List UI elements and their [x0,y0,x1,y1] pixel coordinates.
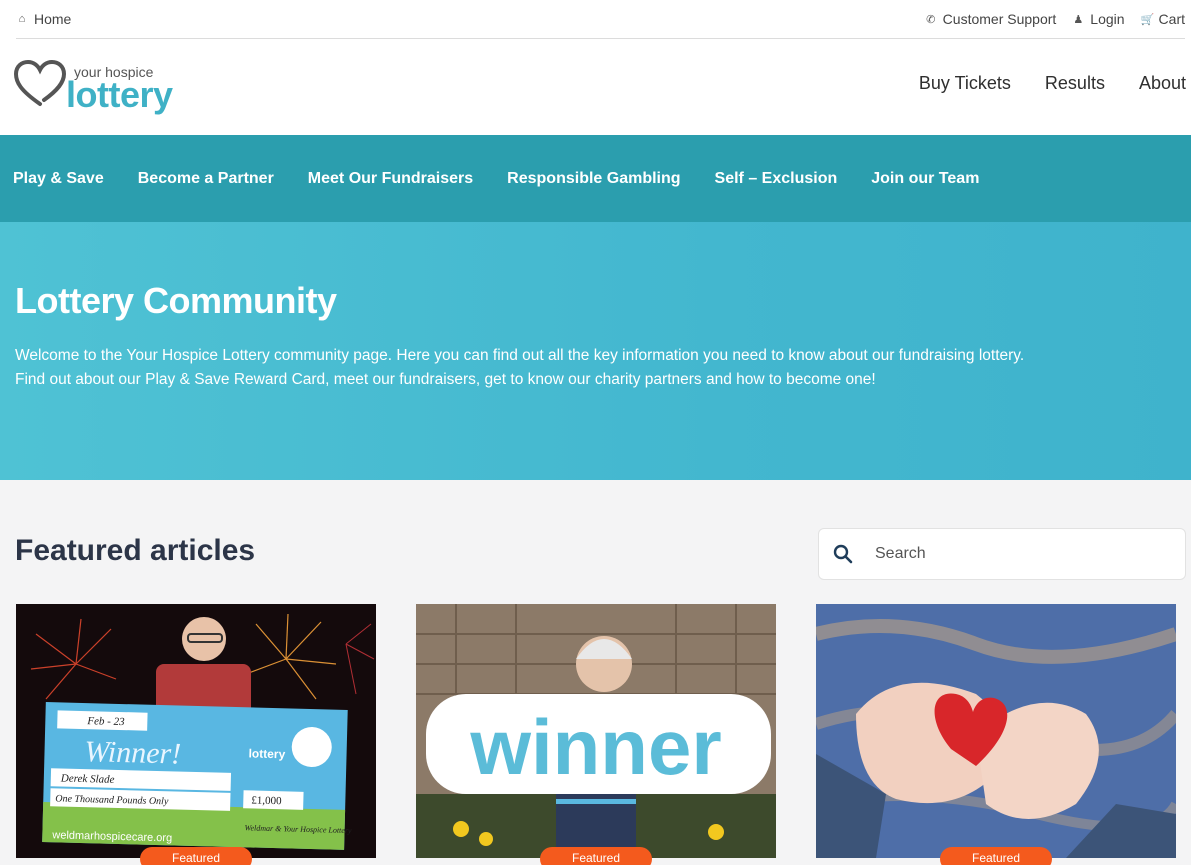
cart-link[interactable]: 🛒 Cart [1141,11,1185,27]
phone-icon: ✆ [926,13,936,26]
article-card-2[interactable]: winner [416,604,776,858]
main-header: your hospice lottery Buy Tickets Results… [0,40,1191,135]
home-label: Home [34,11,72,27]
featured-badge-2: Featured [540,847,652,865]
article-image-heart-hands [816,604,1176,858]
home-icon: ⌂ [18,13,26,25]
cheque-logo-text: lottery [248,746,285,761]
subnav-responsible-gambling[interactable]: Responsible Gambling [507,170,680,188]
home-link[interactable]: ⌂ Home [16,11,72,27]
utility-links: ✆ Customer Support ♟ Login 🛒 Cart [925,11,1185,27]
page-title: Lottery Community [15,280,337,321]
search-input[interactable] [867,545,1157,563]
hero-banner: Lottery Community Welcome to the Your Ho… [0,222,1191,480]
cart-icon: 🛒 [1140,13,1155,26]
article-image-winner-cheque: Feb - 23 Winner! Derek Slade One Thousan… [16,604,376,858]
article-card-3[interactable] [816,604,1176,858]
cheque-date: Feb - 23 [86,715,125,728]
home-link-wrap: ⌂ Home [16,11,72,27]
article-image-winner-sign: winner [416,604,776,858]
cheque-payee: Derek Slade [60,772,115,785]
login-label: Login [1090,11,1125,27]
hero-intro-line-1: Welcome to the Your Hospice Lottery comm… [15,347,1025,364]
featured-articles-heading: Featured articles [15,534,256,567]
subnav-become-partner[interactable]: Become a Partner [138,170,274,188]
hero-intro: Welcome to the Your Hospice Lottery comm… [15,344,1035,392]
subnav-join-team[interactable]: Join our Team [871,170,979,188]
cheque-title: Winner! [84,735,181,771]
heart-logo-icon [14,60,66,106]
article-search [818,528,1186,580]
cart-label: Cart [1158,11,1185,27]
nav-buy-tickets[interactable]: Buy Tickets [919,73,1011,94]
search-icon[interactable] [819,544,867,564]
nav-results[interactable]: Results [1045,73,1105,94]
site-logo[interactable]: your hospice lottery [14,60,184,116]
subnav-fundraisers[interactable]: Meet Our Fundraisers [308,170,473,188]
cheque-amount: £1,000 [251,794,282,807]
subnav-self-exclusion[interactable]: Self – Exclusion [715,170,838,188]
hero-intro-line-2: Find out about our Play & Save Reward Ca… [15,371,876,388]
customer-support-link[interactable]: ✆ Customer Support [925,11,1057,27]
customer-support-label: Customer Support [942,11,1057,27]
community-nav: Play & Save Become a Partner Meet Our Fu… [0,135,1191,222]
featured-badge-3: Featured [940,847,1052,865]
main-nav: Buy Tickets Results About [919,73,1186,94]
article-card-1[interactable]: Feb - 23 Winner! Derek Slade One Thousan… [16,604,376,858]
utility-bar: ⌂ Home ✆ Customer Support ♟ Login 🛒 Cart [16,0,1185,39]
featured-badge-1: Featured [140,847,252,865]
user-icon: ♟ [1073,13,1084,26]
login-link[interactable]: ♟ Login [1072,11,1124,27]
logo-wordmark: lottery [66,74,173,115]
subnav-play-save[interactable]: Play & Save [13,170,104,188]
winner-sign-text: winner [469,703,721,791]
nav-about[interactable]: About [1139,73,1186,94]
